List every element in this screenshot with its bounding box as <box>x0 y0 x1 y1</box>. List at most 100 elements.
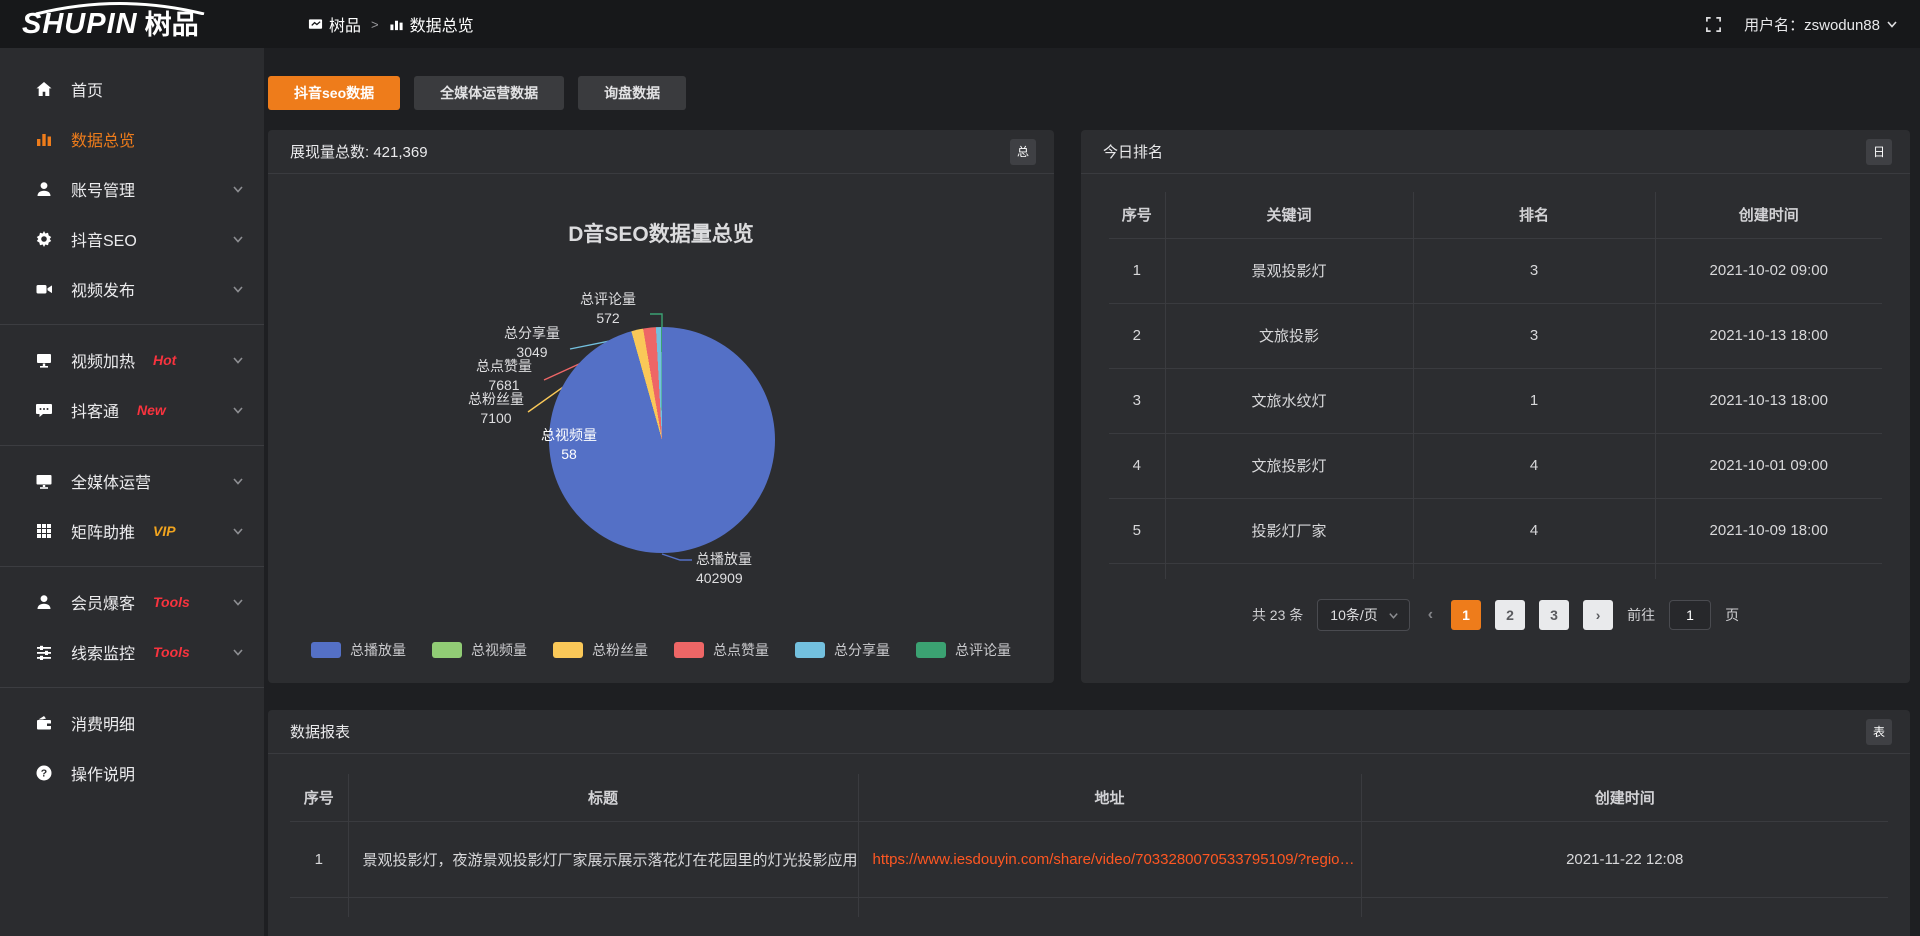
app: SHUPIN 树品 树品 > 数据总览 用户名：zswodun88 <box>0 0 1920 936</box>
table-header-row: 序号 标题 地址 创建时间 <box>290 774 1888 821</box>
overview-panel-header: 展现量总数: 421,369 总 <box>268 130 1054 174</box>
ranking-table: 序号 关键词 排名 创建时间 1景观投影灯32021-10-02 09:00 <box>1109 192 1882 579</box>
main-content: 抖音seo数据 全媒体运营数据 询盘数据 展现量总数: 421,369 总 D音… <box>264 48 1920 936</box>
chevron-down-icon <box>232 475 244 487</box>
sidebar-item-member-burst[interactable]: 会员爆客 Tools <box>0 577 264 627</box>
page-size-select[interactable]: 10条/页 <box>1317 599 1409 631</box>
ranking-title: 今日排名 <box>1103 141 1163 162</box>
legend-item[interactable]: 总粉丝量 <box>553 640 648 660</box>
chart-title: D音SEO数据量总览 <box>268 218 1054 248</box>
video-link[interactable]: https://www.iesdouyin.com/share/video/70… <box>873 851 1355 868</box>
tab-douyin-seo-data[interactable]: 抖音seo数据 <box>268 76 400 110</box>
sidebar-item-account[interactable]: 账号管理 <box>0 164 264 214</box>
sidebar-divider <box>0 687 264 688</box>
svg-text:?: ? <box>41 768 47 780</box>
table-row: 1 景观投影灯，夜游景观投影灯厂家展示展示落花灯在花园里的灯光投影应用效果 # … <box>290 821 1888 897</box>
chevron-down-icon <box>232 404 244 416</box>
data-tabs: 抖音seo数据 全媒体运营数据 询盘数据 <box>268 76 1920 110</box>
legend-item[interactable]: 总点赞量 <box>674 640 769 660</box>
tab-inquiry-data[interactable]: 询盘数据 <box>578 76 686 110</box>
goto-label: 前往 <box>1627 605 1655 625</box>
legend-item[interactable]: 总分享量 <box>795 640 890 660</box>
pie-label-videos: 总视频量58 <box>530 426 608 464</box>
topbar: SHUPIN 树品 树品 > 数据总览 用户名：zswodun88 <box>0 0 1920 48</box>
legend-item[interactable]: 总视频量 <box>432 640 527 660</box>
pagination-total: 共 23 条 <box>1252 605 1303 625</box>
page-button-3[interactable]: 3 <box>1539 600 1569 630</box>
legend-swatch <box>795 642 825 658</box>
prev-page-button[interactable]: ‹ <box>1424 606 1437 624</box>
report-title: 数据报表 <box>290 721 350 742</box>
table-row: 5投影灯厂家42021-10-09 18:00 <box>1109 498 1882 563</box>
overview-panel: 展现量总数: 421,369 总 D音SEO数据量总览 总评论量572 <box>268 130 1054 683</box>
legend-swatch <box>432 642 462 658</box>
day-toggle-button[interactable]: 日 <box>1866 139 1892 165</box>
table-row: 1景观投影灯32021-10-02 09:00 <box>1109 238 1882 303</box>
topbar-right: 用户名：zswodun88 <box>1705 14 1898 35</box>
username-label: 用户名：zswodun88 <box>1744 14 1880 35</box>
sidebar-item-help[interactable]: ? 操作说明 <box>0 748 264 798</box>
total-toggle-button[interactable]: 总 <box>1010 139 1036 165</box>
sidebar-item-omnimedia[interactable]: 全媒体运营 <box>0 456 264 506</box>
monitor-icon <box>34 471 54 491</box>
goto-page-input[interactable] <box>1669 600 1711 630</box>
page-button-2[interactable]: 2 <box>1495 600 1525 630</box>
pie-label-comments: 总评论量572 <box>566 290 650 328</box>
ranking-panel: 今日排名 日 序号 关键词 排名 创建时间 <box>1081 130 1910 683</box>
pagination: 共 23 条 10条/页 ‹ 1 2 3 › 前往 页 <box>1081 599 1910 631</box>
legend-swatch <box>311 642 341 658</box>
sidebar-item-lead-monitor[interactable]: 线索监控 Tools <box>0 627 264 677</box>
table-toggle-button[interactable]: 表 <box>1866 719 1892 745</box>
breadcrumb-separator: > <box>371 17 379 32</box>
sidebar-item-home[interactable]: 首页 <box>0 64 264 114</box>
chevron-down-icon <box>232 183 244 195</box>
top-panels-row: 展现量总数: 421,369 总 D音SEO数据量总览 总评论量572 <box>268 130 1910 683</box>
table-row-partial <box>1109 563 1882 579</box>
fullscreen-icon[interactable] <box>1705 16 1722 33</box>
legend-swatch <box>553 642 583 658</box>
bar-chart-icon <box>34 129 54 149</box>
legend-item[interactable]: 总播放量 <box>311 640 406 660</box>
breadcrumb: 树品 > 数据总览 <box>308 12 474 36</box>
logo-text-cn: 树品 <box>145 12 199 39</box>
breadcrumb-root[interactable]: 树品 <box>308 12 361 36</box>
report-panel-header: 数据报表 表 <box>268 710 1910 754</box>
sliders-icon <box>34 642 54 662</box>
sidebar: 首页 数据总览 账号管理 抖音SEO 视频发布 视频加热 Hot <box>0 48 264 936</box>
user-menu[interactable]: 用户名：zswodun88 <box>1744 14 1898 35</box>
table-row: 2文旅投影32021-10-13 18:00 <box>1109 303 1882 368</box>
home-icon <box>34 79 54 99</box>
bar-chart-icon <box>389 17 404 32</box>
table-row: 3文旅水纹灯12021-10-13 18:00 <box>1109 368 1882 433</box>
logo: SHUPIN 树品 <box>22 10 264 39</box>
chevron-down-icon <box>232 283 244 295</box>
chevron-down-icon <box>232 596 244 608</box>
chevron-down-icon <box>232 646 244 658</box>
question-circle-icon: ? <box>34 763 54 783</box>
grid-icon <box>34 521 54 541</box>
next-page-button[interactable]: › <box>1583 600 1613 630</box>
vip-badge: VIP <box>153 523 176 539</box>
report-panel: 数据报表 表 序号 标题 地址 创建时间 <box>268 710 1910 936</box>
sidebar-item-matrix-boost[interactable]: 矩阵助推 VIP <box>0 506 264 556</box>
screen-icon <box>34 350 54 370</box>
sidebar-item-douketong[interactable]: 抖客通 New <box>0 385 264 435</box>
sidebar-item-video-publish[interactable]: 视频发布 <box>0 264 264 314</box>
table-header-row: 序号 关键词 排名 创建时间 <box>1109 192 1882 238</box>
chevron-down-icon <box>1388 610 1399 621</box>
hot-badge: Hot <box>153 352 176 368</box>
sidebar-item-video-heat[interactable]: 视频加热 Hot <box>0 335 264 385</box>
gear-icon <box>34 229 54 249</box>
sidebar-item-data-overview[interactable]: 数据总览 <box>0 114 264 164</box>
legend-item[interactable]: 总评论量 <box>916 640 1011 660</box>
breadcrumb-current: 数据总览 <box>389 12 474 36</box>
sidebar-item-consumption[interactable]: 消费明细 <box>0 698 264 748</box>
board-icon <box>308 17 323 32</box>
chat-icon <box>34 400 54 420</box>
page-button-1[interactable]: 1 <box>1451 600 1481 630</box>
ranking-panel-header: 今日排名 日 <box>1081 130 1910 174</box>
tab-omnimedia-data[interactable]: 全媒体运营数据 <box>414 76 564 110</box>
sidebar-item-douyin-seo[interactable]: 抖音SEO <box>0 214 264 264</box>
goto-suffix: 页 <box>1725 605 1739 625</box>
overview-title: 展现量总数: 421,369 <box>290 141 428 162</box>
